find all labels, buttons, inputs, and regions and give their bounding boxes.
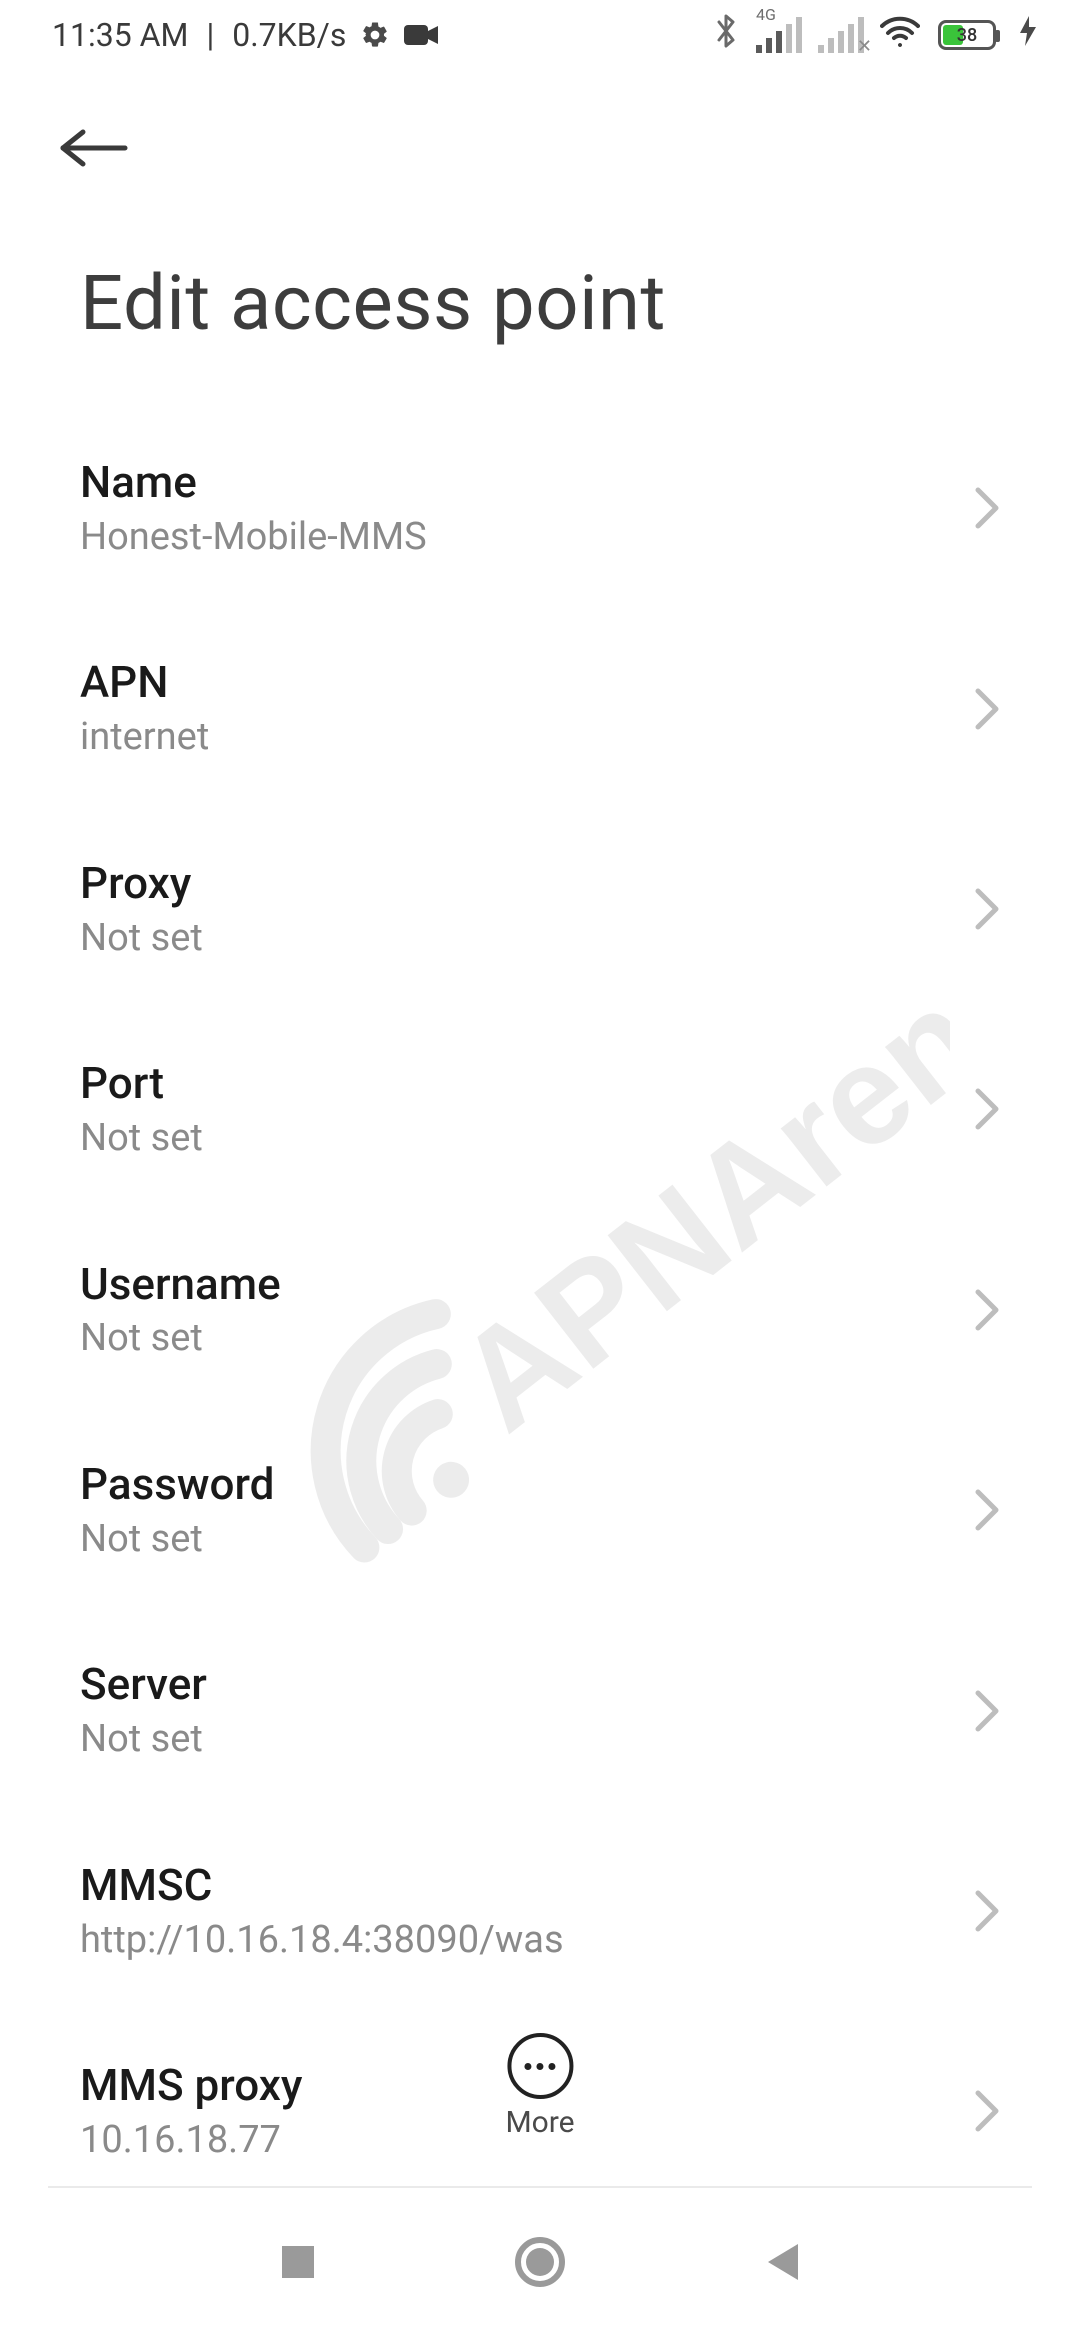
setting-value: Not set [80,1717,960,1763]
setting-row-server[interactable]: Server Not set [80,1610,1000,1810]
settings-icon [360,20,390,50]
camera-icon [404,23,438,47]
page-title: Edit access point [0,198,1080,368]
setting-row-name[interactable]: Name Honest-Mobile-MMS [80,408,1000,608]
setting-value: Not set [80,916,960,962]
nav-recent-button[interactable] [278,2242,318,2286]
more-icon [507,2033,573,2099]
chevron-right-icon [960,2089,1000,2133]
setting-row-port[interactable]: Port Not set [80,1009,1000,1209]
chevron-right-icon [960,486,1000,530]
setting-label: Port [80,1057,960,1110]
chevron-right-icon [960,1488,1000,1532]
status-divider: | [206,16,214,54]
setting-label: Proxy [80,857,960,910]
setting-row-password[interactable]: Password Not set [80,1410,1000,1610]
chevron-right-icon [960,1689,1000,1733]
setting-label: MMSC [80,1859,960,1912]
chevron-right-icon [960,887,1000,931]
bluetooth-icon [714,12,738,58]
setting-row-apn[interactable]: APN internet [80,608,1000,808]
setting-value: Not set [80,1116,960,1162]
settings-list: Name Honest-Mobile-MMS APN internet Prox… [0,408,1080,2188]
arrow-left-icon [59,128,129,168]
setting-label: Name [80,456,960,509]
status-bar: 11:35 AM | 0.7KB/s 4G ✕ 38 [0,0,1080,70]
setting-row-username[interactable]: Username Not set [80,1210,1000,1410]
setting-label: Username [80,1258,960,1311]
nav-home-button[interactable] [514,2236,566,2292]
app-bar [0,70,1080,198]
more-label: More [505,2105,574,2140]
back-button[interactable] [44,108,144,188]
chevron-right-icon [960,1288,1000,1332]
signal-sim1-icon: 4G [756,17,800,53]
chevron-right-icon [960,1889,1000,1933]
setting-row-mmsc[interactable]: MMSC http://10.16.18.4:38090/was [80,1811,1000,2011]
setting-label: Password [80,1458,960,1511]
setting-value: Not set [80,1517,960,1563]
setting-label: APN [80,656,960,709]
status-net-speed: 0.7KB/s [232,16,346,54]
setting-value: Not set [80,1316,960,1362]
wifi-icon [880,15,920,55]
status-time: 11:35 AM [52,16,188,54]
setting-value: http://10.16.18.4:38090/was [80,1918,960,1964]
setting-label: Server [80,1658,960,1711]
chevron-right-icon [960,687,1000,731]
system-nav-bar [0,2188,1080,2340]
chevron-right-icon [960,1087,1000,1131]
setting-value: internet [80,715,960,761]
battery-icon: 38 [938,20,996,50]
charging-icon [1020,16,1036,54]
nav-back-button[interactable] [762,2240,802,2288]
setting-row-proxy[interactable]: Proxy Not set [80,809,1000,1009]
signal-sim2-icon: ✕ [818,17,862,53]
more-button[interactable]: More [505,2033,574,2140]
setting-value: Honest-Mobile-MMS [80,515,960,561]
